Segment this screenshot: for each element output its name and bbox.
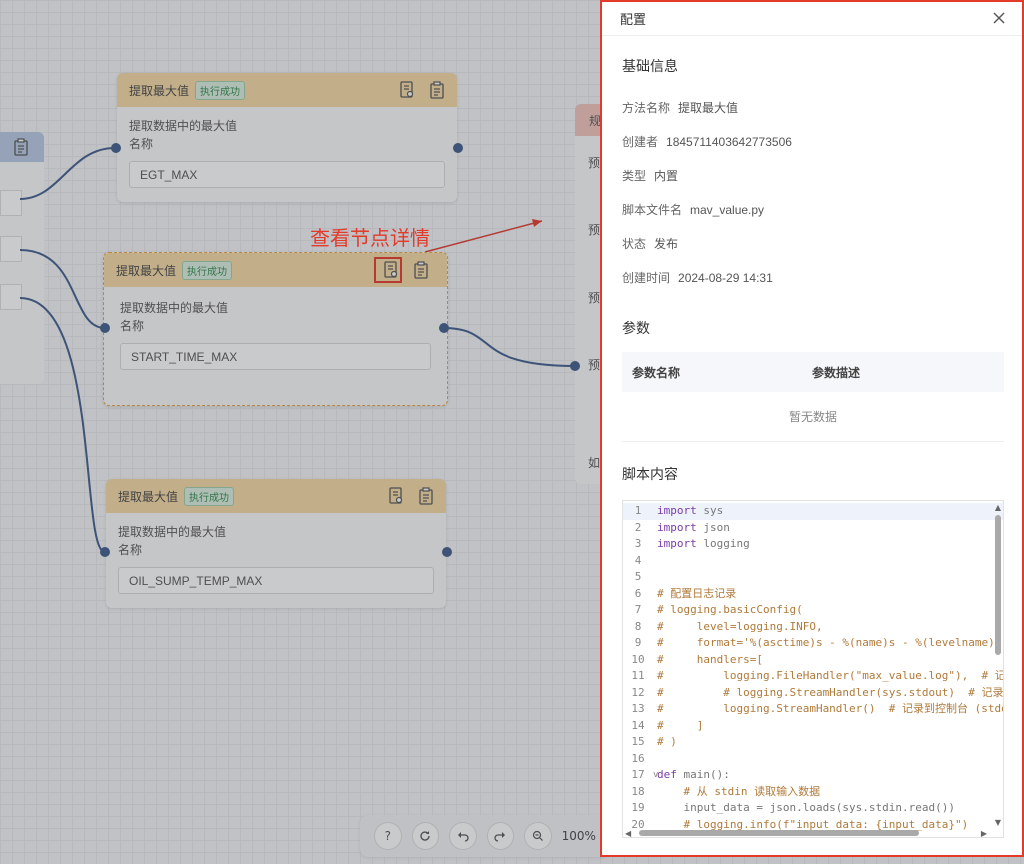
line-number: 10	[631, 652, 645, 666]
code-text: # ]	[657, 718, 704, 732]
line-number: 17	[631, 768, 645, 781]
line-number: 5	[634, 570, 642, 583]
close-icon	[993, 12, 1005, 24]
line-number: 16	[631, 751, 645, 765]
code-text: # format='%(asctime)s - %(name)s - %(lev…	[657, 636, 1003, 649]
code-text: # # logging.StreamHandler(sys.stdout) # …	[657, 685, 1003, 699]
line-number: 15	[631, 735, 645, 748]
code-line[interactable]: 7 # logging.basicConfig(	[623, 602, 1003, 619]
code-editor[interactable]: 1 import sys 2 import json 3 import logging 4 5…	[622, 500, 1004, 838]
code-line[interactable]: 17 v def main():	[623, 767, 1003, 784]
code-text: import logging	[657, 537, 750, 550]
line-number: 6	[634, 586, 642, 600]
drawer-title: 配置	[620, 13, 647, 28]
code-line[interactable]: 9 # format='%(asctime)s - %(name)s - %(le…	[623, 635, 1003, 652]
code-line[interactable]: 12 # # logging.StreamHandler(sys.stdout) …	[623, 685, 1003, 702]
code-text: input_data = json.loads(sys.stdin.read()…	[657, 801, 956, 814]
code-text: def main():	[657, 768, 730, 781]
code-line[interactable]: 14 # ]	[623, 718, 1003, 735]
column-header-param-desc: 参数描述	[812, 365, 861, 380]
code-text: # logging.FileHandler("max_value.log"), …	[657, 669, 1003, 682]
code-line[interactable]: 3 import logging	[623, 536, 1003, 553]
params-title: 参数	[622, 321, 650, 337]
code-line[interactable]: 19 input_data = json.loads(sys.stdin.rea…	[623, 800, 1003, 817]
table-header: 参数名称 参数描述	[622, 352, 1004, 392]
code-text: import sys	[657, 504, 724, 517]
close-button[interactable]	[992, 11, 1006, 25]
code-text: # 从 stdin 读取输入数据	[657, 784, 821, 798]
code-line[interactable]: 16	[623, 751, 1003, 768]
line-number: 9	[634, 636, 642, 649]
code-text: # )	[657, 735, 677, 748]
line-number: 7	[634, 603, 642, 616]
code-lines: 1 import sys 2 import json 3 import logging 4 5…	[623, 503, 1003, 833]
line-number: 13	[631, 702, 645, 715]
scroll-left-arrow[interactable]: ◀	[625, 829, 631, 837]
info-row-creator: 创建者 1845711403642773506	[622, 135, 792, 149]
code-text: import json	[657, 520, 730, 534]
code-line[interactable]: 18 # 从 stdin 读取输入数据	[623, 784, 1003, 801]
scroll-up-arrow[interactable]: ▲	[995, 503, 1001, 512]
line-number: 14	[631, 718, 645, 732]
column-header-param-name: 参数名称	[632, 365, 681, 380]
config-drawer: 配置 基础信息 方法名称 提取最大值 创建者 1845711403642773506…	[600, 0, 1024, 857]
line-number: 2	[634, 520, 642, 534]
annotation-text: 查看节点详情	[310, 226, 430, 250]
line-number: 18	[631, 784, 645, 798]
info-row-created-time: 创建时间 2024-08-29 14:31	[622, 271, 773, 285]
horizontal-scrollbar[interactable]	[639, 830, 919, 836]
code-text: # logging.StreamHandler() # 记录到控制台 (stdo…	[657, 702, 1003, 715]
vertical-scrollbar[interactable]	[995, 515, 1001, 655]
code-line[interactable]: 10 # handlers=[	[623, 652, 1003, 669]
code-line[interactable]: 11 # logging.FileHandler("max_value.log")…	[623, 668, 1003, 685]
basic-info-title: 基础信息	[622, 59, 678, 75]
drawer-header: 配置	[602, 2, 1022, 36]
code-text: # level=logging.INFO,	[657, 619, 823, 633]
info-row-type: 类型 内置	[622, 169, 679, 183]
line-number: 8	[634, 619, 642, 633]
line-number: 12	[631, 685, 645, 699]
scroll-down-arrow[interactable]: ▼	[995, 818, 1001, 827]
line-number: 11	[631, 669, 645, 682]
params-table: 参数名称 参数描述 暂无数据	[622, 352, 1004, 442]
code-line[interactable]: 15 # )	[623, 734, 1003, 751]
code-line[interactable]: 6 # 配置日志记录	[623, 586, 1003, 603]
scroll-right-arrow[interactable]: ▶	[981, 829, 987, 837]
info-row-script-file: 脚本文件名 mav_value.py	[622, 203, 765, 217]
line-number: 1	[634, 504, 642, 517]
code-line[interactable]: 8 # level=logging.INFO,	[623, 619, 1003, 636]
code-line[interactable]: 2 import json	[623, 520, 1003, 537]
code-line[interactable]: 13 # logging.StreamHandler() # 记录到控制台 (st…	[623, 701, 1003, 718]
script-content-title: 脚本内容	[622, 467, 678, 483]
code-text: # 配置日志记录	[657, 586, 737, 600]
empty-state: 暂无数据	[622, 392, 1004, 442]
code-line[interactable]: 4	[623, 553, 1003, 570]
line-number: 19	[631, 801, 645, 814]
code-line[interactable]: 1 import sys	[623, 503, 1003, 520]
line-number: 3	[634, 537, 642, 550]
line-number: 4	[634, 553, 642, 567]
info-row-method: 方法名称 提取最大值	[622, 101, 739, 115]
info-row-status: 状态 发布	[622, 237, 679, 251]
code-text: # logging.basicConfig(	[657, 603, 803, 616]
code-line[interactable]: 5	[623, 569, 1003, 586]
code-text: # handlers=[	[657, 652, 763, 666]
